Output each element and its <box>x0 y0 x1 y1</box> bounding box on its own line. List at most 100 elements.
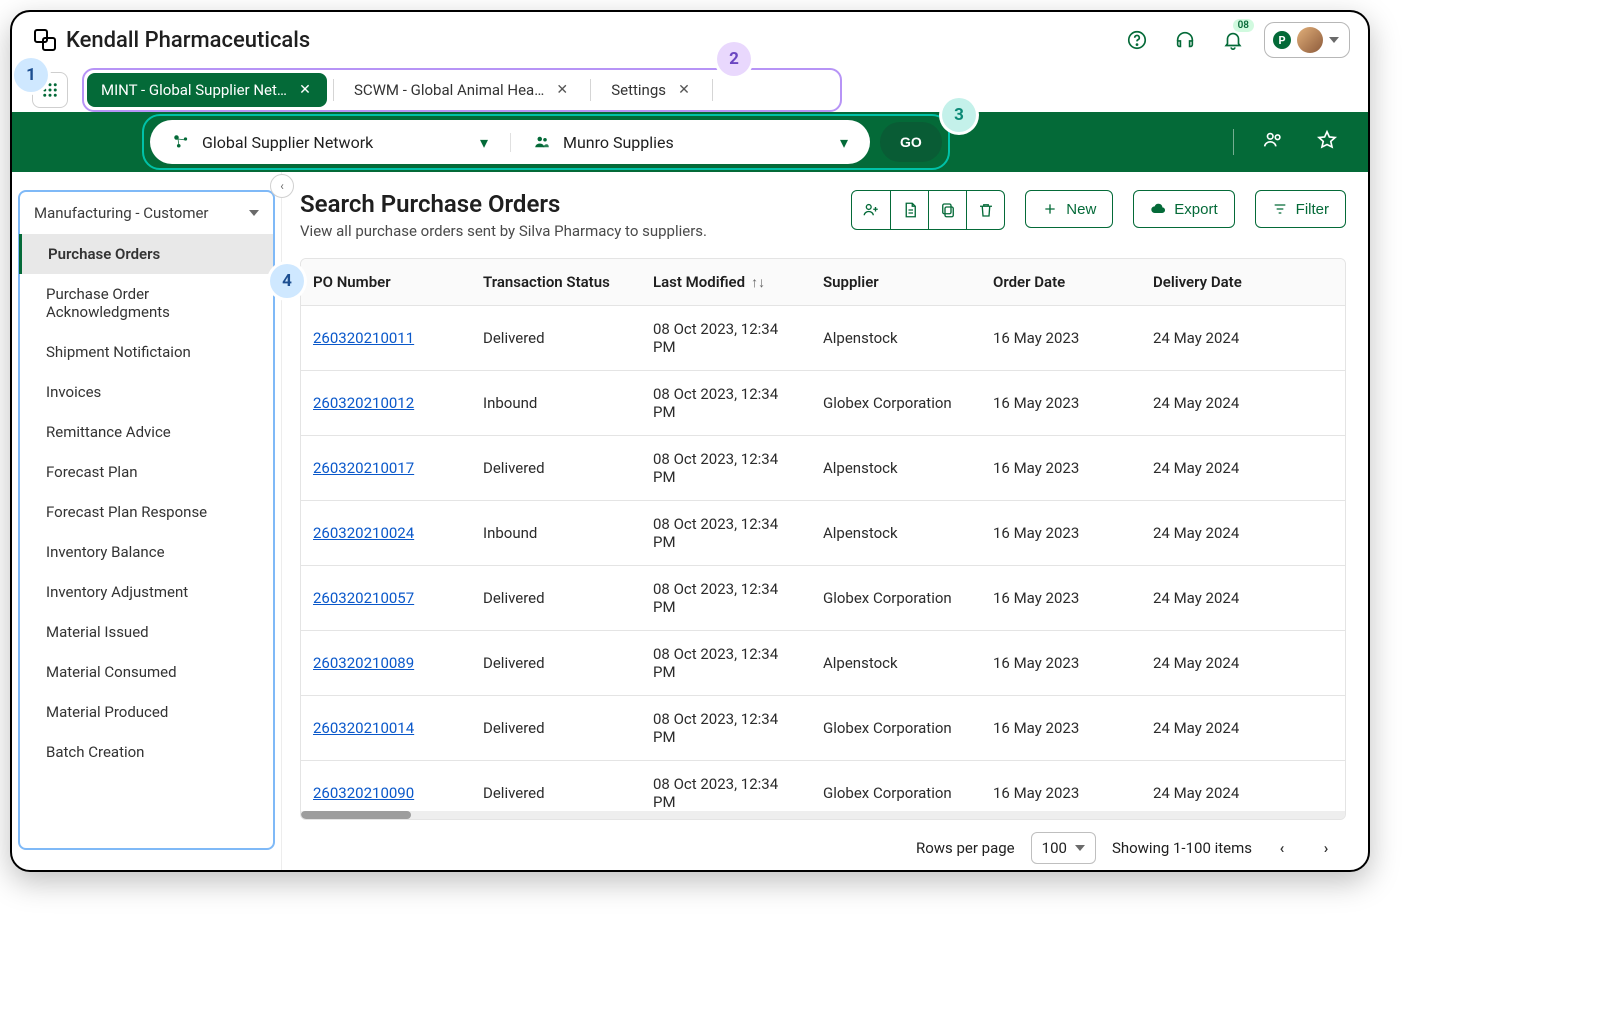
people-icon[interactable] <box>1262 129 1284 155</box>
app-frame: 1 2 3 4 Kendall Pharmaceuticals 08 P <box>10 10 1370 872</box>
caret-down-icon: ▾ <box>840 133 848 152</box>
sidebar-item[interactable]: Material Consumed <box>20 652 273 692</box>
bell-icon[interactable]: 08 <box>1216 23 1250 57</box>
sidebar-item[interactable]: Forecast Plan <box>20 452 273 492</box>
sidebar-item[interactable]: Material Produced <box>20 692 273 732</box>
annotation-2: 2 <box>717 42 751 76</box>
tab[interactable]: SCWM - Global Animal Hea…✕ <box>340 73 584 107</box>
order-date: 16 May 2023 <box>981 380 1141 426</box>
supplier: Alpenstock <box>811 640 981 686</box>
table-row: 260320210014Delivered08 Oct 2023, 12:34 … <box>301 696 1345 761</box>
supplier: Globex Corporation <box>811 575 981 621</box>
order-date: 16 May 2023 <box>981 315 1141 361</box>
chevron-down-icon <box>1329 37 1339 43</box>
sidebar-item[interactable]: Purchase Order Acknowledgments <box>20 274 273 332</box>
tab[interactable]: Settings✕ <box>597 73 706 107</box>
sidebar-item[interactable]: Remittance Advice <box>20 412 273 452</box>
column-header[interactable]: Supplier <box>811 259 981 305</box>
star-icon[interactable] <box>1316 129 1338 155</box>
column-header[interactable]: PO Number <box>301 259 471 305</box>
sidebar-wrap: ‹ Manufacturing - Customer Purchase Orde… <box>12 172 282 872</box>
people-icon <box>533 133 551 151</box>
context-picker: Global Supplier Network ▾ Munro Supplies… <box>150 120 870 164</box>
table-header: PO NumberTransaction StatusLast Modified… <box>301 259 1345 306</box>
company-name: Kendall Pharmaceuticals <box>66 28 310 53</box>
delivery-date: 24 May 2024 <box>1141 380 1311 426</box>
next-page-button[interactable]: › <box>1312 834 1340 862</box>
sidebar-item[interactable]: Forecast Plan Response <box>20 492 273 532</box>
supplier: Alpenstock <box>811 445 981 491</box>
po-number[interactable]: 260320210011 <box>301 315 471 361</box>
column-header[interactable]: Order Date <box>981 259 1141 305</box>
document-button[interactable] <box>890 191 928 229</box>
column-header[interactable]: Last Modified↑↓ <box>641 259 811 305</box>
filter-icon <box>1272 201 1288 217</box>
supplier: Alpenstock <box>811 510 981 556</box>
po-number[interactable]: 260320210012 <box>301 380 471 426</box>
showing-label: Showing 1-100 items <box>1112 839 1252 857</box>
po-number[interactable]: 260320210090 <box>301 770 471 809</box>
close-icon[interactable]: ✕ <box>554 82 570 98</box>
caret-down-icon: ▾ <box>480 133 488 152</box>
horizontal-scrollbar[interactable] <box>301 811 1345 819</box>
close-icon[interactable]: ✕ <box>676 82 692 98</box>
cloud-download-icon <box>1150 201 1166 217</box>
sidebar-item[interactable]: Invoices <box>20 372 273 412</box>
table-row: 260320210024Inbound08 Oct 2023, 12:34 PM… <box>301 501 1345 566</box>
page-subtitle: View all purchase orders sent by Silva P… <box>300 222 707 240</box>
brand-logo-icon <box>34 29 56 51</box>
po-number[interactable]: 260320210017 <box>301 445 471 491</box>
column-label: Supplier <box>823 273 879 291</box>
sidebar-item[interactable]: Batch Creation <box>20 732 273 772</box>
partner-picker[interactable]: Munro Supplies ▾ <box>510 133 870 152</box>
user-menu[interactable]: P <box>1264 22 1350 58</box>
po-number[interactable]: 260320210057 <box>301 575 471 621</box>
po-number[interactable]: 260320210024 <box>301 510 471 556</box>
supplier: Globex Corporation <box>811 705 981 751</box>
plus-icon <box>1042 201 1058 217</box>
headset-icon[interactable] <box>1168 23 1202 57</box>
table-row: 260320210012Inbound08 Oct 2023, 12:34 PM… <box>301 371 1345 436</box>
table-row: 260320210057Delivered08 Oct 2023, 12:34 … <box>301 566 1345 631</box>
new-button[interactable]: New <box>1025 190 1113 228</box>
sidebar-item[interactable]: Shipment Notifictaion <box>20 332 273 372</box>
filter-button[interactable]: Filter <box>1255 190 1346 228</box>
sidebar-item[interactable]: Purchase Orders <box>19 234 273 274</box>
sidebar-item[interactable]: Material Issued <box>20 612 273 652</box>
sidebar-item[interactable]: Inventory Adjustment <box>20 572 273 612</box>
chevron-down-icon <box>1075 845 1085 851</box>
delete-button[interactable] <box>966 191 1004 229</box>
page-title: Search Purchase Orders <box>300 190 707 218</box>
prev-page-button[interactable]: ‹ <box>1268 834 1296 862</box>
column-label: Last Modified <box>653 273 745 291</box>
table-body[interactable]: 260320210011Delivered 08 Oct 2023, 12:34 … <box>301 306 1345 809</box>
sidebar-section-header[interactable]: Manufacturing - Customer <box>20 192 273 234</box>
po-number[interactable]: 260320210089 <box>301 640 471 686</box>
copy-button[interactable] <box>928 191 966 229</box>
sidebar-highlight: Manufacturing - Customer Purchase Orders… <box>18 190 275 850</box>
go-button[interactable]: GO <box>880 122 942 162</box>
help-icon[interactable] <box>1120 23 1154 57</box>
column-header[interactable]: Transaction Status <box>471 259 641 305</box>
tab[interactable]: MINT - Global Supplier Net…✕ <box>87 73 327 107</box>
last-modified: 08 Oct 2023, 12:34 PM <box>641 761 811 809</box>
transaction-status: Delivered <box>471 315 641 361</box>
column-label: Order Date <box>993 273 1065 291</box>
export-button[interactable]: Export <box>1133 190 1234 228</box>
rows-per-page-select[interactable]: 100 <box>1031 832 1096 864</box>
add-user-button[interactable] <box>852 191 890 229</box>
sidebar-item[interactable]: Inventory Balance <box>20 532 273 572</box>
column-header[interactable]: Delivery Date <box>1141 259 1311 305</box>
close-icon[interactable]: ✕ <box>297 82 313 98</box>
delivery-date: 24 May 2024 <box>1141 510 1311 556</box>
last-modified: 08 Oct 2023, 12:34 PM <box>641 631 811 695</box>
network-icon <box>172 133 190 151</box>
action-icon-group <box>851 190 1005 230</box>
top-bar: Kendall Pharmaceuticals 08 P <box>12 12 1368 64</box>
last-modified: 08 Oct 2023, 12:34 PM <box>641 436 811 500</box>
collapse-sidebar-button[interactable]: ‹ <box>270 174 294 198</box>
order-date: 16 May 2023 <box>981 510 1141 556</box>
network-picker[interactable]: Global Supplier Network ▾ <box>150 133 510 152</box>
filter-label: Filter <box>1296 201 1329 218</box>
po-number[interactable]: 260320210014 <box>301 705 471 751</box>
